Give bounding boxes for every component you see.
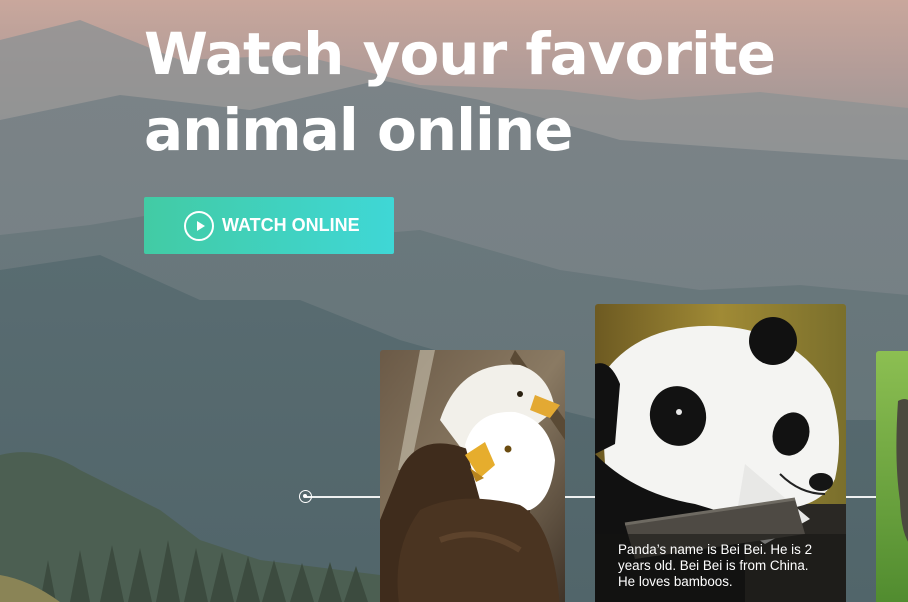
animal-card-3[interactable]	[876, 351, 908, 602]
animal-card-3-image	[876, 351, 908, 602]
eagle-image	[380, 350, 565, 602]
watch-online-label: WATCH ONLINE	[222, 215, 360, 235]
hero-title-line-2: animal online	[144, 96, 574, 164]
timeline-start-dot[interactable]	[299, 490, 312, 503]
hero-title-line-1: Watch your favorite	[144, 20, 776, 88]
panda-caption: Panda’s name is Bei Bei. He is 2 years o…	[618, 542, 813, 589]
panda-card[interactable]: Panda’s name is Bei Bei. He is 2 years o…	[595, 304, 846, 602]
hero-title: Watch your favorite animal online	[144, 16, 844, 168]
eagle-card[interactable]	[380, 350, 565, 602]
play-icon	[184, 210, 214, 241]
watch-online-button[interactable]: WATCH ONLINE	[144, 197, 394, 254]
